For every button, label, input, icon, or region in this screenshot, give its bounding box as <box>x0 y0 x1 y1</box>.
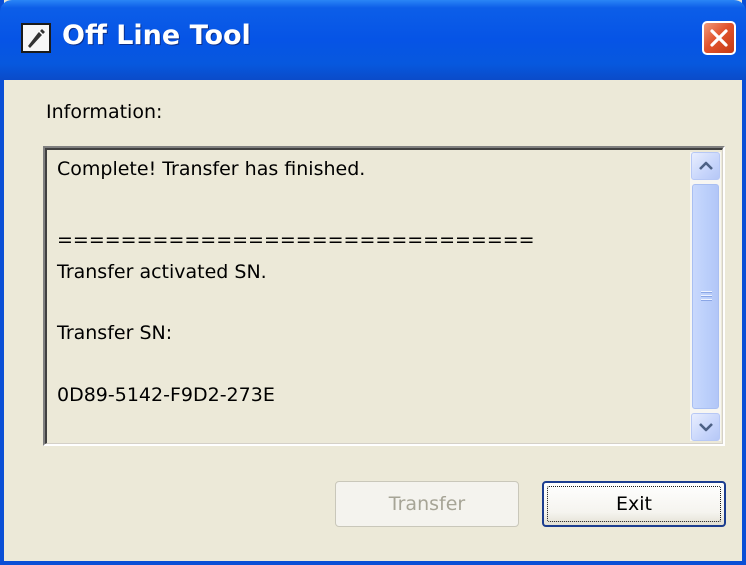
info-line: 0D89-5142-F9D2-273E <box>57 384 275 406</box>
window-title: Off Line Tool <box>62 20 251 51</box>
scroll-down-arrow-icon <box>699 423 713 432</box>
close-button[interactable] <box>702 21 736 55</box>
exit-button-label: Exit <box>616 493 652 515</box>
close-icon <box>710 29 728 47</box>
vertical-scrollbar[interactable] <box>690 152 721 441</box>
info-line: Complete! Transfer has finished. <box>57 158 366 180</box>
title-bar[interactable]: Off Line Tool <box>0 0 746 80</box>
transfer-button-label: Transfer <box>388 493 466 515</box>
transfer-button[interactable]: Transfer <box>335 481 519 527</box>
info-line: ============================== <box>57 229 535 251</box>
scroll-up-arrow-icon <box>699 161 713 170</box>
exit-button[interactable]: Exit <box>542 481 726 527</box>
scroll-grip-icon <box>701 291 712 301</box>
off-line-tool-window: Off Line Tool Information: Complete! Tra… <box>0 0 746 565</box>
info-line: Transfer activated SN. <box>57 261 267 283</box>
information-label: Information: <box>46 101 163 123</box>
scroll-up-button[interactable] <box>691 152 720 180</box>
app-window-icon[interactable] <box>21 23 51 53</box>
information-textbox[interactable]: Complete! Transfer has finished. =======… <box>43 146 725 446</box>
scroll-thumb[interactable] <box>692 184 719 409</box>
info-line: Transfer SN: <box>57 322 173 344</box>
scroll-down-button[interactable] <box>691 413 720 441</box>
